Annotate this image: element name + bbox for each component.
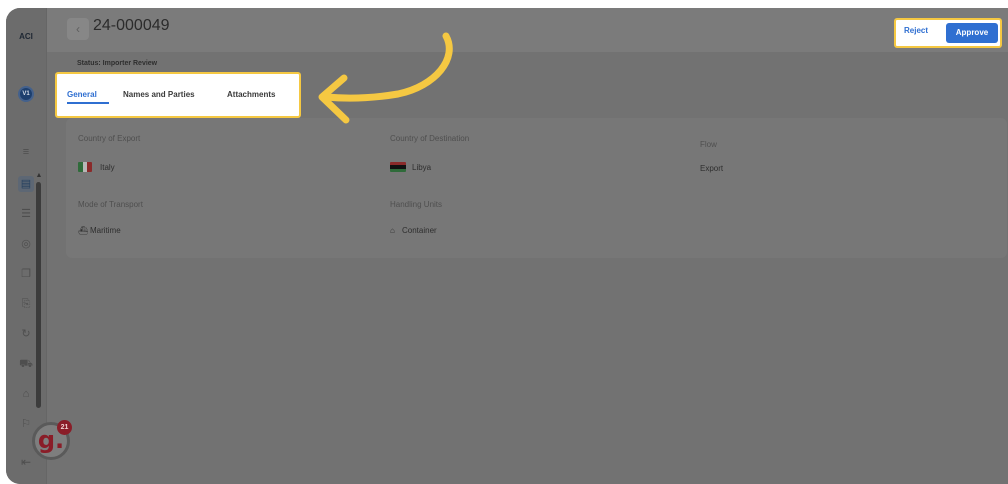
app-window: ACI V1 ≡ ▤ ☰ ◎ ❐ ⎘ ↻ ⛟ ⌂ ⚐ ▲ ⇤ ‹ 24-0000… — [6, 8, 1008, 484]
annotation-arrow-icon — [318, 32, 453, 124]
